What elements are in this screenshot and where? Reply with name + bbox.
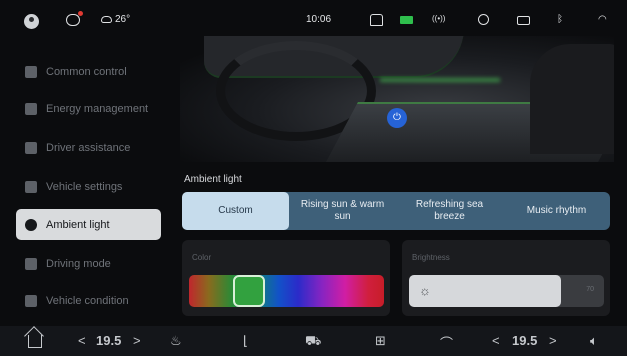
sidebar-item-label: Energy management (46, 102, 149, 115)
apps-icon[interactable]: ⊞ (375, 333, 386, 349)
tab-rising-sun[interactable]: Rising sun & warm sun (289, 192, 396, 230)
car-front-icon[interactable]: ⛟ (305, 333, 321, 351)
volume-icon[interactable]: 🔈︎ (590, 333, 598, 349)
color-picker-handle[interactable] (233, 275, 265, 307)
clock: 10:06 (306, 14, 332, 25)
sidebar-item-label: Common control (46, 65, 127, 78)
left-temp-increase[interactable]: > (133, 333, 141, 348)
ambient-glow (380, 78, 500, 82)
power-icon[interactable]: ⏻ (387, 108, 407, 128)
avatar-icon[interactable] (24, 14, 39, 29)
seat-icon[interactable]: ⌊ (243, 333, 248, 349)
wifi-icon: ◠ (598, 14, 607, 25)
sidebar-item-driving-mode[interactable]: Driving mode (16, 248, 161, 279)
sidebar-item-driver-assistance[interactable]: Driver assistance (16, 132, 161, 163)
sidebar-item-label: Ambient light (46, 218, 110, 231)
sun-icon (25, 218, 37, 231)
sidebar-item-energy-management[interactable]: Energy management (16, 93, 161, 124)
color-title: Color (192, 253, 212, 262)
settings-icon (25, 180, 37, 193)
mode-tabs: Custom Rising sun & warm sun Refreshing … (182, 192, 610, 230)
interior-image: ⏻ (180, 36, 614, 162)
outside-temperature: 26° (115, 14, 131, 25)
sidebar-item-ambient-light[interactable]: Ambient light (16, 209, 161, 240)
sidebar-item-label: Vehicle condition (46, 294, 129, 307)
right-temp-decrease[interactable]: < (492, 333, 500, 348)
bottom-bar: < 19.5 > ♨ ⌊ ⛟ ⊞ ⌒ < 19.5 > 🔈︎ (0, 326, 627, 356)
tab-label: Music rhythm (526, 205, 587, 216)
tab-custom[interactable]: Custom (182, 192, 289, 230)
battery-icon (25, 102, 37, 115)
right-temperature: 19.5 (512, 333, 538, 348)
diagnostics-icon (25, 294, 37, 307)
left-temp-decrease[interactable]: < (78, 333, 86, 348)
car-icon (370, 14, 383, 26)
color-spectrum-slider[interactable] (189, 275, 384, 307)
tab-label: Refreshing sea breeze (415, 199, 484, 222)
location-icon (478, 14, 489, 25)
color-panel: Color (182, 240, 390, 316)
sidebar-item-vehicle-condition[interactable]: Vehicle condition (16, 285, 161, 316)
message-icon[interactable] (66, 11, 83, 26)
sun-icon: ☼ (419, 283, 431, 298)
brightness-panel: Brightness ☼ 70 (402, 240, 610, 316)
tab-label: Rising sun & warm sun (300, 199, 385, 222)
section-title: Ambient light (184, 174, 242, 185)
sidebar-item-vehicle-settings[interactable]: Vehicle settings (16, 171, 161, 202)
left-temperature: 19.5 (96, 333, 122, 348)
right-temp-increase[interactable]: > (549, 333, 557, 348)
home-icon[interactable] (28, 335, 42, 348)
seat (530, 44, 614, 154)
defrost-icon[interactable]: ♨ (170, 333, 182, 349)
grid-icon (25, 65, 37, 78)
car-side-icon[interactable]: ⌒ (440, 333, 453, 352)
sidebar-item-label: Driver assistance (46, 141, 131, 154)
sidebar-item-label: Vehicle settings (46, 180, 123, 193)
brightness-value: 70 (586, 286, 594, 293)
brightness-title: Brightness (412, 253, 450, 262)
signal-icon: ((•)) (432, 14, 446, 23)
tab-music-rhythm[interactable]: Music rhythm (503, 192, 610, 230)
tab-sea-breeze[interactable]: Refreshing sea breeze (396, 192, 503, 230)
brightness-slider[interactable]: ☼ 70 (409, 275, 604, 307)
sidebar-item-common-control[interactable]: Common control (16, 56, 161, 87)
camera-icon (517, 16, 530, 25)
cloud-icon (101, 16, 112, 23)
brightness-fill (409, 275, 562, 307)
car-icon (25, 141, 37, 154)
tab-label: Custom (218, 205, 253, 216)
battery-icon (400, 16, 413, 24)
weather: 26° (101, 14, 130, 25)
bluetooth-icon: ᛒ (557, 14, 563, 25)
steering-icon (25, 257, 37, 270)
sidebar-item-label: Driving mode (46, 257, 111, 270)
